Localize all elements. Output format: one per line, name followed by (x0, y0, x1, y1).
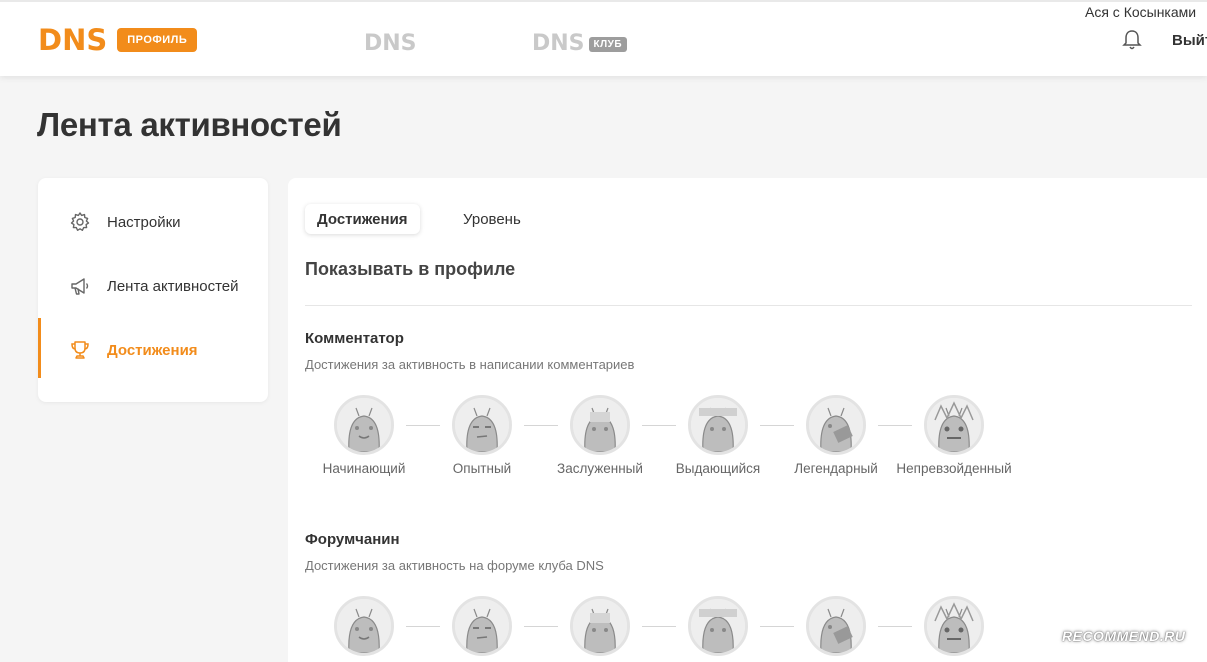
achievement-badge-icon[interactable] (806, 395, 866, 455)
group-title-forum: Форумчанин (305, 531, 400, 548)
profile-badge: ПРОФИЛЬ (117, 28, 198, 52)
badge-connector (406, 425, 440, 426)
achievement-badge-icon[interactable] (452, 395, 512, 455)
sidebar: Настройки Лента активностей Достижения (38, 178, 268, 402)
achievement-label: Непревзойденный (896, 461, 1012, 476)
badge-connector (524, 626, 558, 627)
achievements-panel: Достижения Уровень Показывать в профиле … (288, 178, 1207, 662)
badge-connector (642, 425, 676, 426)
gear-icon (69, 211, 91, 233)
badge-connector (878, 425, 912, 426)
dns-store-logo-text: DNS (364, 31, 417, 56)
achievement-badge-icon[interactable] (570, 596, 630, 656)
user-name[interactable]: Ася с Косынками (1085, 4, 1196, 20)
section-title: Показывать в профиле (305, 259, 516, 279)
sidebar-item-label: Достижения (107, 341, 198, 359)
achievement-label: Легендарный (794, 461, 878, 476)
dns-club-logo-text: DNS (532, 31, 585, 56)
page-title: Лента активностей (37, 106, 342, 143)
achievement-badge-icon[interactable] (452, 596, 512, 656)
achievement-badge-icon[interactable] (334, 395, 394, 455)
badge-connector (406, 626, 440, 627)
tab-level[interactable]: Уровень (451, 204, 533, 234)
group-title-commentator: Комментатор (305, 330, 404, 347)
badge-connector (524, 425, 558, 426)
achievement-badge-icon[interactable] (688, 395, 748, 455)
bell-icon[interactable] (1122, 29, 1142, 51)
achievement-badge-icon[interactable] (806, 596, 866, 656)
megaphone-icon (69, 275, 91, 297)
logout-button[interactable]: Выйти (1172, 32, 1207, 49)
club-badge: КЛУБ (588, 36, 628, 52)
sidebar-item-achievements[interactable]: Достижения (38, 318, 268, 378)
sidebar-item-settings[interactable]: Настройки (38, 202, 268, 242)
achievement-badge-icon[interactable] (570, 395, 630, 455)
dns-logo-text: DNS (38, 23, 108, 57)
dns-club-logo[interactable]: DNS КЛУБ (532, 30, 628, 58)
achievement-label: Опытный (452, 461, 512, 476)
dns-profile-logo[interactable]: DNS ПРОФИЛЬ (38, 23, 198, 57)
achievement-label: Заслуженный (557, 461, 643, 476)
tab-achievements[interactable]: Достижения (305, 204, 420, 234)
badge-connector (642, 626, 676, 627)
sidebar-item-label: Настройки (107, 213, 181, 231)
achievement-badge-icon[interactable] (688, 596, 748, 656)
trophy-icon (69, 339, 91, 361)
divider (305, 305, 1192, 306)
group-description-forum: Достижения за активность на форуме клуба… (305, 558, 604, 573)
sidebar-item-activity-feed[interactable]: Лента активностей (38, 266, 268, 306)
badge-connector (760, 626, 794, 627)
achievement-badge-icon[interactable] (334, 596, 394, 656)
group-description-commentator: Достижения за активность в написании ком… (305, 357, 635, 372)
achievement-badge-icon[interactable] (924, 395, 984, 455)
top-header: DNS ПРОФИЛЬ DNS DNS КЛУБ Ася с Косынками… (0, 0, 1207, 76)
achievement-label: Начинающий (322, 461, 406, 476)
sidebar-item-label: Лента активностей (107, 277, 239, 295)
achievement-badge-icon[interactable] (924, 596, 984, 656)
dns-store-logo[interactable]: DNS (364, 30, 417, 58)
badge-connector (760, 425, 794, 426)
badge-connector (878, 626, 912, 627)
watermark-logo: RECOMMEND.RU (1062, 628, 1186, 644)
achievement-label: Выдающийся (675, 461, 761, 476)
